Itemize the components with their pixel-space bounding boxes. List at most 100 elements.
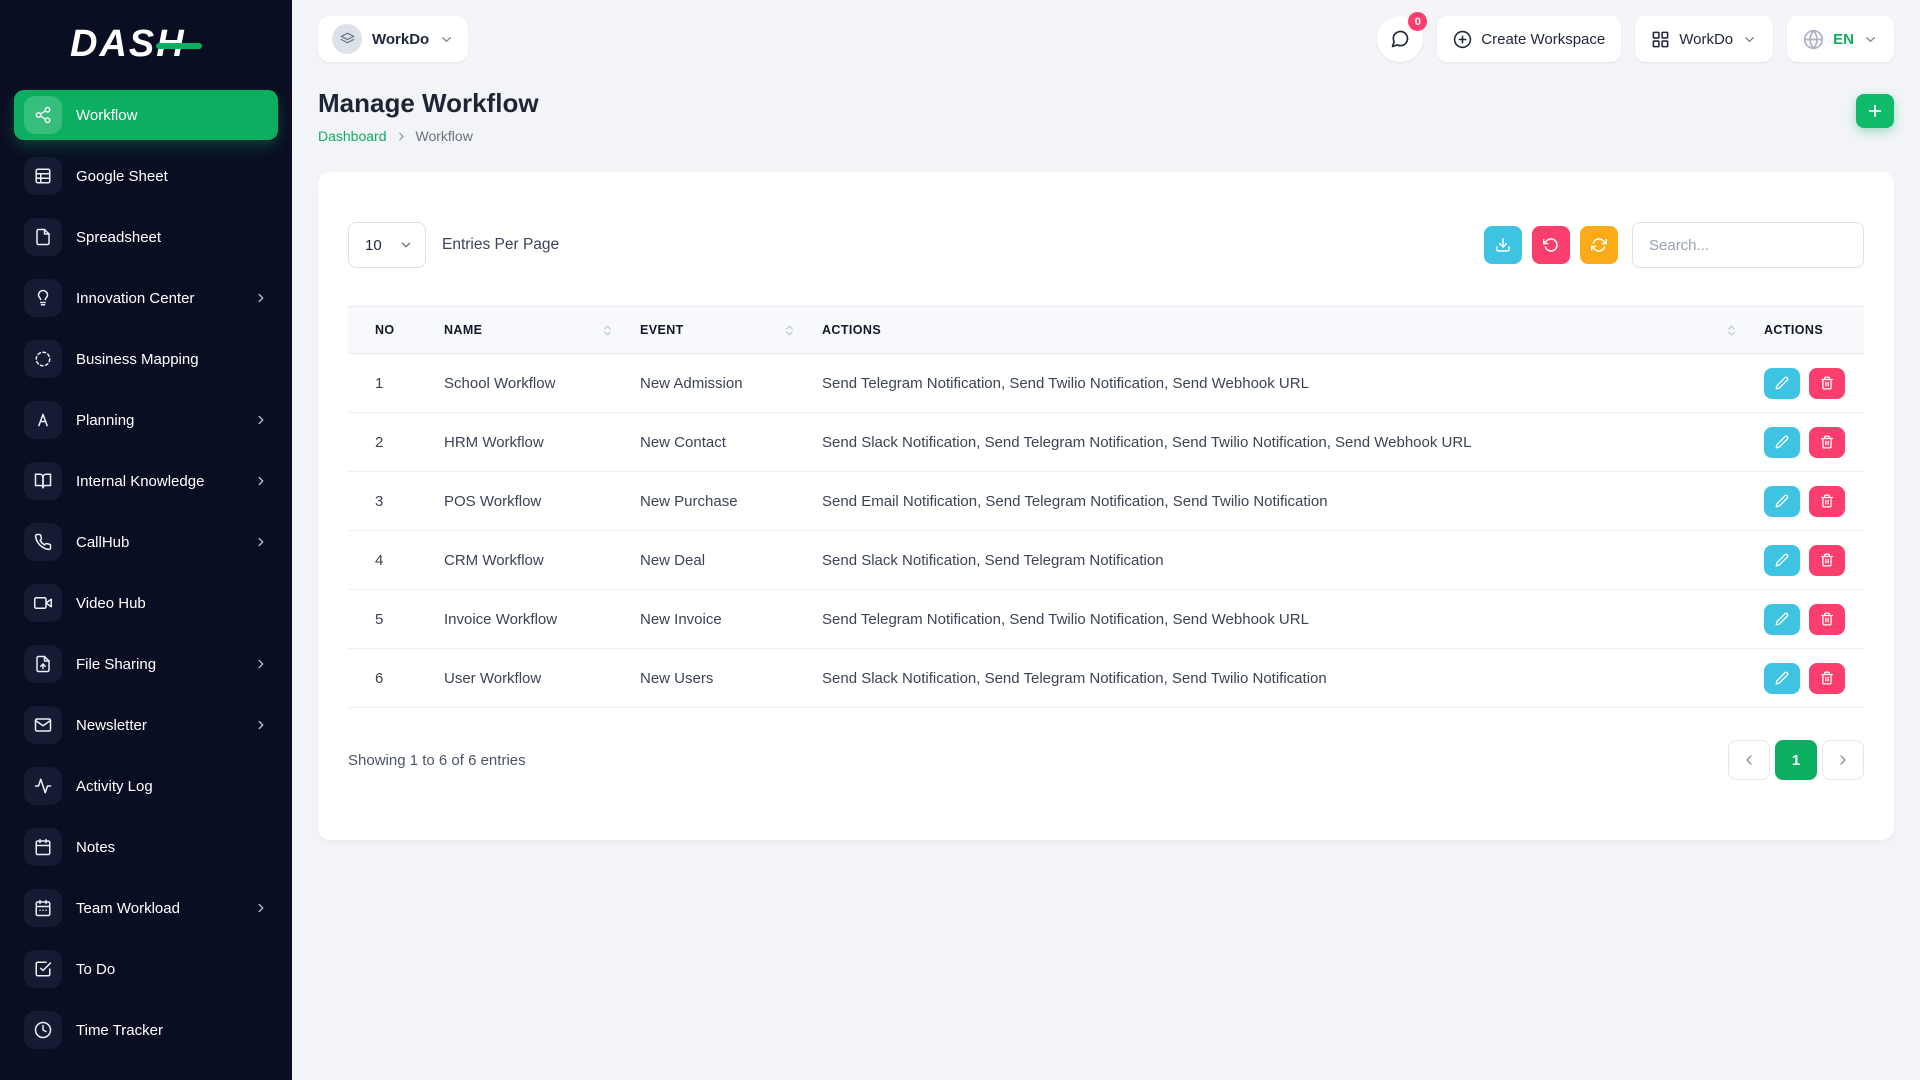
sidebar-item-label: CallHub <box>76 534 129 551</box>
topbar-actions: 0 Create Workspace WorkDo <box>1377 16 1894 62</box>
search-input[interactable] <box>1632 222 1864 268</box>
table-row: 3 POS Workflow New Purchase Send Email N… <box>348 472 1864 531</box>
language-selector[interactable]: EN <box>1787 16 1894 62</box>
undo-icon <box>1543 237 1559 253</box>
sidebar-item-google-sheet[interactable]: Google Sheet <box>14 151 278 201</box>
sidebar-item-label: Time Tracker <box>76 1022 163 1039</box>
pagination-next-button[interactable] <box>1822 740 1864 780</box>
sidebar-item-callhub[interactable]: CallHub <box>14 517 278 567</box>
cell-event: New Users <box>640 670 822 687</box>
chat-icon <box>1390 29 1410 49</box>
cell-name: Invoice Workflow <box>444 611 640 628</box>
cell-event: New Purchase <box>640 493 822 510</box>
app-logo[interactable]: DASH <box>0 0 292 88</box>
cell-name: User Workflow <box>444 670 640 687</box>
cell-row-actions <box>1764 427 1864 458</box>
edit-button[interactable] <box>1764 604 1800 635</box>
sidebar-item-planning[interactable]: Planning <box>14 395 278 445</box>
sidebar-item-workflow[interactable]: Workflow <box>14 90 278 140</box>
reset-button[interactable] <box>1532 226 1570 264</box>
export-button[interactable] <box>1484 226 1522 264</box>
chevron-right-icon <box>254 901 268 915</box>
chevron-right-icon <box>254 413 268 427</box>
table-footer: Showing 1 to 6 of 6 entries 1 <box>348 740 1864 780</box>
file-sharing-icon <box>24 645 62 683</box>
download-icon <box>1495 237 1511 253</box>
sidebar-item-notes[interactable]: Notes <box>14 822 278 872</box>
pagination-page-1[interactable]: 1 <box>1775 740 1817 780</box>
chevron-right-icon <box>254 535 268 549</box>
chevron-down-icon <box>439 32 454 47</box>
sidebar-item-activity-log[interactable]: Activity Log <box>14 761 278 811</box>
column-header-no[interactable]: NO <box>348 323 444 337</box>
sidebar-item-newsletter[interactable]: Newsletter <box>14 700 278 750</box>
sidebar-item-team-workload[interactable]: Team Workload <box>14 883 278 933</box>
workflow-table: NO NAME EVENT ACTIONS ACTIONS <box>348 306 1864 708</box>
cell-actions-list: Send Email Notification, Send Telegram N… <box>822 493 1764 510</box>
sidebar-item-label: Internal Knowledge <box>76 473 204 490</box>
column-header-actions-list[interactable]: ACTIONS <box>822 323 1764 337</box>
edit-button[interactable] <box>1764 368 1800 399</box>
sidebar-item-video-hub[interactable]: Video Hub <box>14 578 278 628</box>
sidebar-item-label: Notes <box>76 839 115 856</box>
pencil-icon <box>1775 553 1789 567</box>
pagination-prev-button[interactable] <box>1728 740 1770 780</box>
sidebar-item-innovation-center[interactable]: Innovation Center <box>14 273 278 323</box>
edit-button[interactable] <box>1764 486 1800 517</box>
topbar: WorkDo 0 Create Workspace <box>292 0 1920 70</box>
edit-button[interactable] <box>1764 545 1800 576</box>
entries-per-page-label: Entries Per Page <box>442 236 559 254</box>
messages-button[interactable]: 0 <box>1377 16 1423 62</box>
sidebar-item-label: Google Sheet <box>76 168 168 185</box>
sidebar-item-label: Team Workload <box>76 900 180 917</box>
delete-button[interactable] <box>1809 545 1845 576</box>
column-header-name[interactable]: NAME <box>444 323 640 337</box>
workflow-table-card: 10 Entries Per Page NO <box>318 172 1894 840</box>
app-switcher-button[interactable]: WorkDo <box>1635 16 1773 62</box>
newsletter-icon <box>24 706 62 744</box>
table-row: 1 School Workflow New Admission Send Tel… <box>348 354 1864 413</box>
breadcrumb-dashboard-link[interactable]: Dashboard <box>318 128 387 144</box>
delete-button[interactable] <box>1809 427 1845 458</box>
trash-icon <box>1820 671 1834 685</box>
cell-name: POS Workflow <box>444 493 640 510</box>
pencil-icon <box>1775 435 1789 449</box>
cell-no: 3 <box>348 493 444 510</box>
delete-button[interactable] <box>1809 604 1845 635</box>
workspace-selector[interactable]: WorkDo <box>318 16 468 62</box>
trash-icon <box>1820 612 1834 626</box>
cell-actions-list: Send Slack Notification, Send Telegram N… <box>822 434 1764 451</box>
sidebar-item-spreadsheet[interactable]: Spreadsheet <box>14 212 278 262</box>
sidebar-item-label: Innovation Center <box>76 290 194 307</box>
table-body: 1 School Workflow New Admission Send Tel… <box>348 354 1864 708</box>
workspace-name: WorkDo <box>372 31 429 48</box>
edit-button[interactable] <box>1764 427 1800 458</box>
sidebar-item-to-do[interactable]: To Do <box>14 944 278 994</box>
sidebar-item-label: Business Mapping <box>76 351 199 368</box>
entries-per-page-select[interactable]: 10 <box>348 222 426 268</box>
sidebar-item-business-mapping[interactable]: Business Mapping <box>14 334 278 384</box>
delete-button[interactable] <box>1809 368 1845 399</box>
app-logo-accent <box>156 43 202 49</box>
language-label: EN <box>1833 31 1854 48</box>
refresh-button[interactable] <box>1580 226 1618 264</box>
sidebar-item-time-tracker[interactable]: Time Tracker <box>14 1005 278 1055</box>
app-switcher-label: WorkDo <box>1679 31 1733 48</box>
cell-row-actions <box>1764 604 1864 635</box>
edit-button[interactable] <box>1764 663 1800 694</box>
page-title: Manage Workflow <box>318 88 539 119</box>
create-workspace-button[interactable]: Create Workspace <box>1437 16 1621 62</box>
sidebar-item-label: Video Hub <box>76 595 146 612</box>
trash-icon <box>1820 553 1834 567</box>
sidebar-item-label: Activity Log <box>76 778 153 795</box>
add-workflow-button[interactable] <box>1856 94 1894 128</box>
planning-icon <box>24 401 62 439</box>
layers-icon <box>340 32 355 47</box>
sidebar-item-file-sharing[interactable]: File Sharing <box>14 639 278 689</box>
table-controls: 10 Entries Per Page <box>348 222 1864 268</box>
delete-button[interactable] <box>1809 486 1845 517</box>
sidebar-item-internal-knowledge[interactable]: Internal Knowledge <box>14 456 278 506</box>
chevron-right-icon <box>254 718 268 732</box>
delete-button[interactable] <box>1809 663 1845 694</box>
column-header-event[interactable]: EVENT <box>640 323 822 337</box>
